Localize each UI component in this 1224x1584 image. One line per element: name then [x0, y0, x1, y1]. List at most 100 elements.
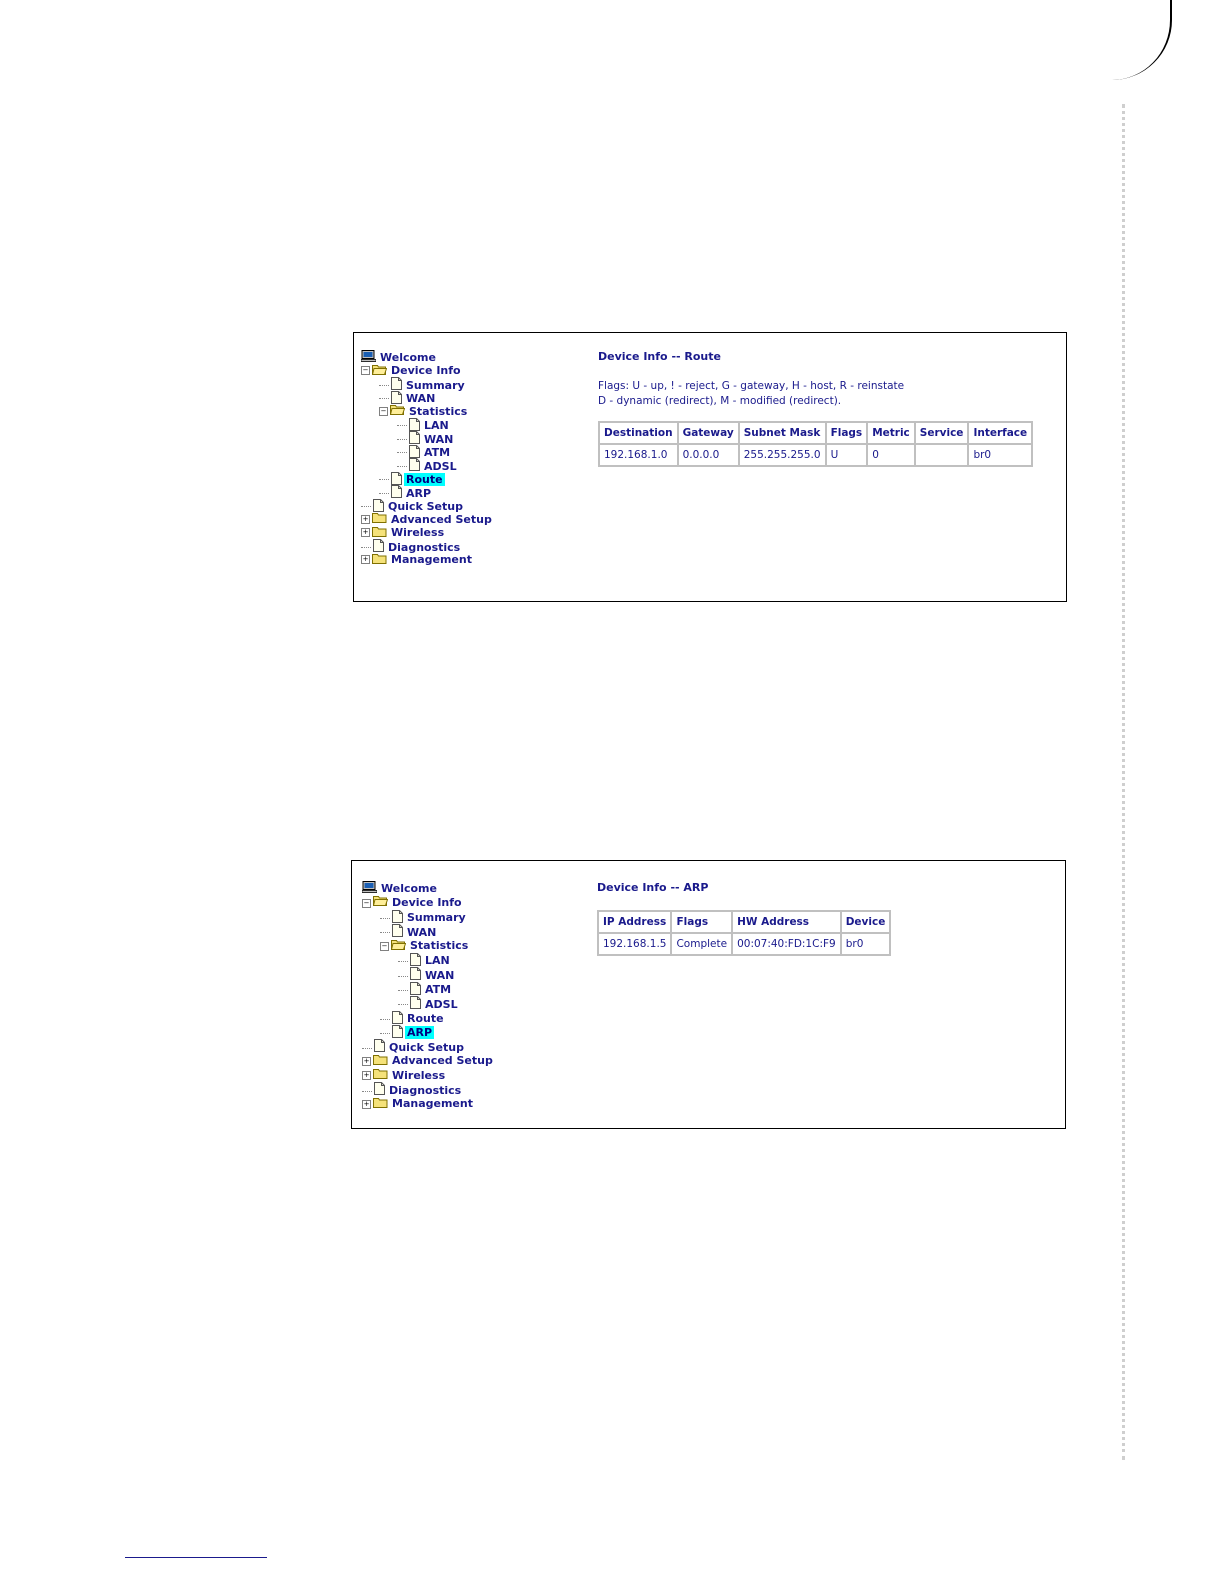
- tree-item-adsl[interactable]: ADSL: [362, 996, 495, 1011]
- folder-icon: [372, 526, 387, 541]
- column-header: Metric: [867, 422, 915, 444]
- folder-icon: [373, 1054, 388, 1069]
- tree-connector: [380, 932, 390, 934]
- arp-screenshot-panel: Welcome − Device Info Summary WAN − Statistics…: [351, 860, 1066, 1129]
- expand-toggle-icon[interactable]: +: [361, 528, 370, 538]
- tree-item-label[interactable]: Advanced Setup: [390, 1054, 495, 1067]
- column-header: HW Address: [732, 911, 841, 933]
- tree-item-label[interactable]: ADSL: [423, 998, 460, 1011]
- table-header-row: IP Address Flags HW Address Device: [598, 911, 891, 933]
- expand-toggle-icon[interactable]: +: [361, 555, 370, 565]
- tree-item-label[interactable]: ATM: [423, 983, 453, 996]
- tree-item-diagnostics[interactable]: Diagnostics: [362, 1082, 495, 1097]
- folder-open-icon: [389, 404, 406, 419]
- collapse-toggle-icon[interactable]: −: [379, 406, 388, 416]
- tree-item-label[interactable]: WAN: [423, 969, 456, 982]
- tree-item-arp[interactable]: ARP: [361, 485, 494, 500]
- tree-item-label[interactable]: Welcome: [378, 351, 438, 364]
- tree-connector: [398, 975, 408, 977]
- tree-item-wan[interactable]: WAN: [362, 967, 495, 982]
- tree-item-statistics[interactable]: − Statistics: [362, 939, 495, 953]
- route-table: Destination Gateway Subnet Mask Flags Metric…: [598, 421, 1034, 467]
- tree-item-statistics[interactable]: − Statistics: [361, 404, 494, 418]
- tree-connector: [397, 465, 407, 467]
- tree-item-label[interactable]: Statistics: [407, 405, 469, 418]
- tree-connector: [398, 961, 408, 963]
- tree-connector: [397, 452, 407, 454]
- tree-item-lan[interactable]: LAN: [361, 417, 494, 432]
- table-cell: [914, 444, 969, 466]
- tree-item-label[interactable]: Management: [389, 553, 474, 566]
- tree-item-label[interactable]: Diagnostics: [387, 1084, 463, 1097]
- tree-item-label[interactable]: Device Info: [389, 364, 463, 377]
- tree-item-wan[interactable]: WAN: [362, 924, 495, 939]
- tree-item-label[interactable]: Welcome: [379, 882, 439, 895]
- tree-item-management[interactable]: + Management: [361, 553, 494, 566]
- route-screenshot-panel: Welcome − Device Info Summary WAN − Statistics…: [353, 332, 1067, 602]
- tree-item-label[interactable]: Route: [405, 1012, 446, 1025]
- tree-item-diagnostics[interactable]: Diagnostics: [361, 539, 494, 554]
- tree-item-advanced-setup[interactable]: + Advanced Setup: [362, 1054, 495, 1068]
- table-cell: Complete: [671, 933, 733, 955]
- tree-item-label[interactable]: Management: [390, 1097, 475, 1110]
- tree-item-label[interactable]: Wireless: [390, 1069, 447, 1082]
- tree-item-label[interactable]: Summary: [405, 911, 468, 924]
- tree-connector: [379, 398, 389, 400]
- tree-item-quick-setup[interactable]: Quick Setup: [361, 498, 494, 513]
- tree-item-label[interactable]: Wireless: [389, 526, 446, 539]
- folder-open-icon: [390, 939, 407, 954]
- tree-item-wireless[interactable]: + Wireless: [362, 1068, 495, 1082]
- folder-icon: [373, 1068, 388, 1083]
- tree-item-summary[interactable]: Summary: [362, 909, 495, 924]
- tree-item-wan[interactable]: WAN: [361, 390, 494, 405]
- tree-item-route[interactable]: Route: [362, 1010, 495, 1025]
- tree-item-wireless[interactable]: + Wireless: [361, 526, 494, 541]
- tree-item-quick-setup[interactable]: Quick Setup: [362, 1039, 495, 1054]
- collapse-toggle-icon[interactable]: −: [361, 366, 370, 376]
- tree-item-label[interactable]: Device Info: [390, 896, 464, 909]
- tree-item-label[interactable]: Statistics: [408, 939, 470, 952]
- collapse-toggle-icon[interactable]: −: [380, 941, 389, 951]
- tree-connector: [380, 1033, 390, 1035]
- table-cell: U: [825, 444, 868, 466]
- tree-item-label[interactable]: ARP: [405, 1026, 435, 1040]
- tree-item-arp[interactable]: ARP: [362, 1024, 495, 1040]
- tree-item-route[interactable]: Route: [361, 471, 494, 486]
- tree-item-label[interactable]: LAN: [423, 954, 452, 967]
- tree-connector: [362, 1090, 372, 1092]
- folder-open-icon: [372, 895, 389, 910]
- tree-item-welcome[interactable]: Welcome: [360, 350, 494, 364]
- collapse-toggle-icon[interactable]: −: [362, 898, 371, 908]
- expand-toggle-icon[interactable]: +: [362, 1071, 371, 1081]
- tree-item-label[interactable]: Advanced Setup: [389, 513, 494, 526]
- tree-connector: [362, 1047, 372, 1049]
- table-row: 192.168.1.5 Complete 00:07:40:FD:1C:F9 br0: [598, 933, 891, 955]
- tree-item-device-info[interactable]: − Device Info: [362, 895, 495, 909]
- expand-toggle-icon[interactable]: +: [361, 514, 370, 524]
- tree-item-lan[interactable]: LAN: [362, 952, 495, 967]
- margin-dotted-rule: [1122, 104, 1125, 1460]
- tree-item-atm[interactable]: ATM: [361, 444, 494, 459]
- tree-item-label[interactable]: Quick Setup: [387, 1041, 466, 1054]
- tree-connector: [380, 917, 390, 919]
- nav-tree: Welcome − Device Info Summary WAN − Statistics…: [361, 881, 495, 1111]
- expand-toggle-icon[interactable]: +: [362, 1056, 371, 1066]
- column-header: Service: [914, 422, 969, 444]
- tree-item-management[interactable]: + Management: [362, 1097, 495, 1111]
- tree-connector: [398, 989, 408, 991]
- tree-item-wan[interactable]: WAN: [361, 431, 494, 446]
- column-header: Destination: [599, 422, 678, 444]
- tree-item-advanced-setup[interactable]: + Advanced Setup: [361, 512, 494, 526]
- arp-table: IP Address Flags HW Address Device 192.168.1…: [597, 910, 892, 956]
- tree-item-welcome[interactable]: Welcome: [361, 881, 495, 895]
- tree-item-summary[interactable]: Summary: [361, 377, 494, 392]
- tree-item-device-info[interactable]: − Device Info: [361, 364, 494, 377]
- expand-toggle-icon[interactable]: +: [362, 1100, 371, 1110]
- table-cell: 0.0.0.0: [677, 444, 739, 466]
- column-header: Flags: [825, 422, 868, 444]
- tree-item-label[interactable]: WAN: [405, 926, 438, 939]
- tree-item-adsl[interactable]: ADSL: [361, 458, 494, 473]
- flags-legend-line: Flags: U - up, ! - reject, G - gateway, …: [598, 380, 905, 392]
- tree-item-atm[interactable]: ATM: [362, 981, 495, 996]
- table-cell: 00:07:40:FD:1C:F9: [732, 933, 841, 955]
